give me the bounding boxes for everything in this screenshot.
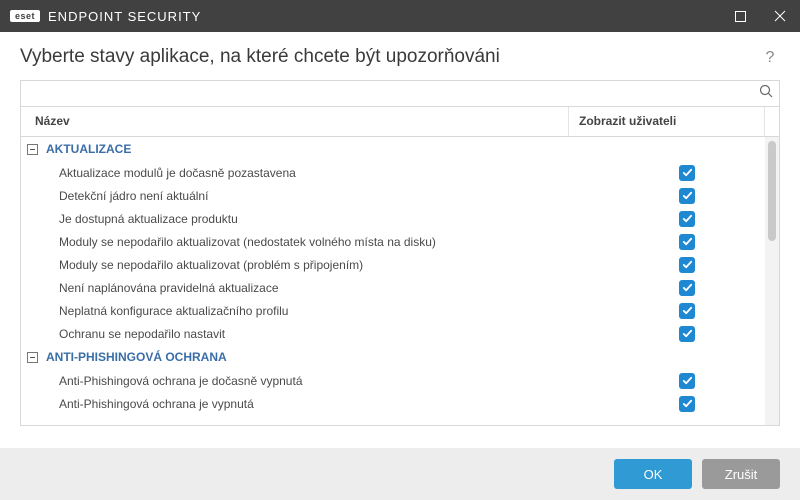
cancel-button[interactable]: Zrušit — [702, 459, 780, 489]
search-bar[interactable] — [20, 80, 780, 106]
item-label: Anti-Phishingová ochrana je vypnutá — [21, 397, 569, 411]
show-user-checkbox[interactable] — [679, 280, 695, 296]
titlebar: eset ENDPOINT SECURITY — [0, 0, 800, 32]
brand-logo: eset — [10, 10, 40, 22]
search-icon[interactable] — [759, 84, 773, 103]
settings-table: Název Zobrazit uživateli AKTUALIZACE Aktu… — [20, 106, 780, 426]
collapse-icon[interactable] — [27, 352, 38, 363]
brand-text: ENDPOINT SECURITY — [48, 9, 201, 24]
item-label: Anti-Phishingová ochrana je dočasně vypn… — [21, 374, 569, 388]
table-row: Moduly se nepodařilo aktualizovat (probl… — [21, 253, 765, 276]
show-user-checkbox[interactable] — [679, 188, 695, 204]
group-title: AKTUALIZACE — [46, 142, 131, 156]
page-title: Vyberte stavy aplikace, na které chcete … — [20, 46, 760, 68]
scrollbar[interactable] — [765, 137, 779, 425]
table-row: Neplatná konfigurace aktualizačního prof… — [21, 299, 765, 322]
show-user-checkbox[interactable] — [679, 373, 695, 389]
table-header: Název Zobrazit uživateli — [21, 107, 779, 137]
group-title: ANTI-PHISHINGOVÁ OCHRANA — [46, 350, 227, 364]
show-user-checkbox[interactable] — [679, 326, 695, 342]
item-label: Ochranu se nepodařilo nastavit — [21, 327, 569, 341]
show-user-checkbox[interactable] — [679, 257, 695, 273]
column-header-name[interactable]: Název — [21, 107, 569, 136]
table-row: Detekční jádro není aktuální — [21, 184, 765, 207]
window-close-button[interactable] — [760, 0, 800, 32]
table-row: Anti-Phishingová ochrana je vypnutá — [21, 392, 765, 415]
item-label: Moduly se nepodařilo aktualizovat (probl… — [21, 258, 569, 272]
show-user-checkbox[interactable] — [679, 303, 695, 319]
table-row: Aktualizace modulů je dočasně pozastaven… — [21, 161, 765, 184]
show-user-checkbox[interactable] — [679, 211, 695, 227]
item-label: Neplatná konfigurace aktualizačního prof… — [21, 304, 569, 318]
table-row: Anti-Phishingová ochrana je dočasně vypn… — [21, 369, 765, 392]
collapse-icon[interactable] — [27, 144, 38, 155]
show-user-checkbox[interactable] — [679, 165, 695, 181]
show-user-checkbox[interactable] — [679, 396, 695, 412]
item-label: Je dostupná aktualizace produktu — [21, 212, 569, 226]
help-icon[interactable]: ? — [760, 48, 780, 68]
window-maximize-button[interactable] — [720, 0, 760, 32]
table-row: Moduly se nepodařilo aktualizovat (nedos… — [21, 230, 765, 253]
table-row: Není naplánována pravidelná aktualizace — [21, 276, 765, 299]
ok-button[interactable]: OK — [614, 459, 692, 489]
item-label: Aktualizace modulů je dočasně pozastaven… — [21, 166, 569, 180]
header: Vyberte stavy aplikace, na které chcete … — [0, 32, 800, 80]
column-header-show-user[interactable]: Zobrazit uživateli — [569, 107, 765, 136]
item-label: Detekční jádro není aktuální — [21, 189, 569, 203]
table-row: Ochranu se nepodařilo nastavit — [21, 322, 765, 345]
scrollbar-thumb[interactable] — [768, 141, 776, 241]
group-header[interactable]: ANTI-PHISHINGOVÁ OCHRANA — [21, 345, 765, 369]
group-header[interactable]: AKTUALIZACE — [21, 137, 765, 161]
footer: OK Zrušit — [0, 448, 800, 500]
item-label: Moduly se nepodařilo aktualizovat (nedos… — [21, 235, 569, 249]
item-label: Není naplánována pravidelná aktualizace — [21, 281, 569, 295]
show-user-checkbox[interactable] — [679, 234, 695, 250]
table-row: Je dostupná aktualizace produktu — [21, 207, 765, 230]
